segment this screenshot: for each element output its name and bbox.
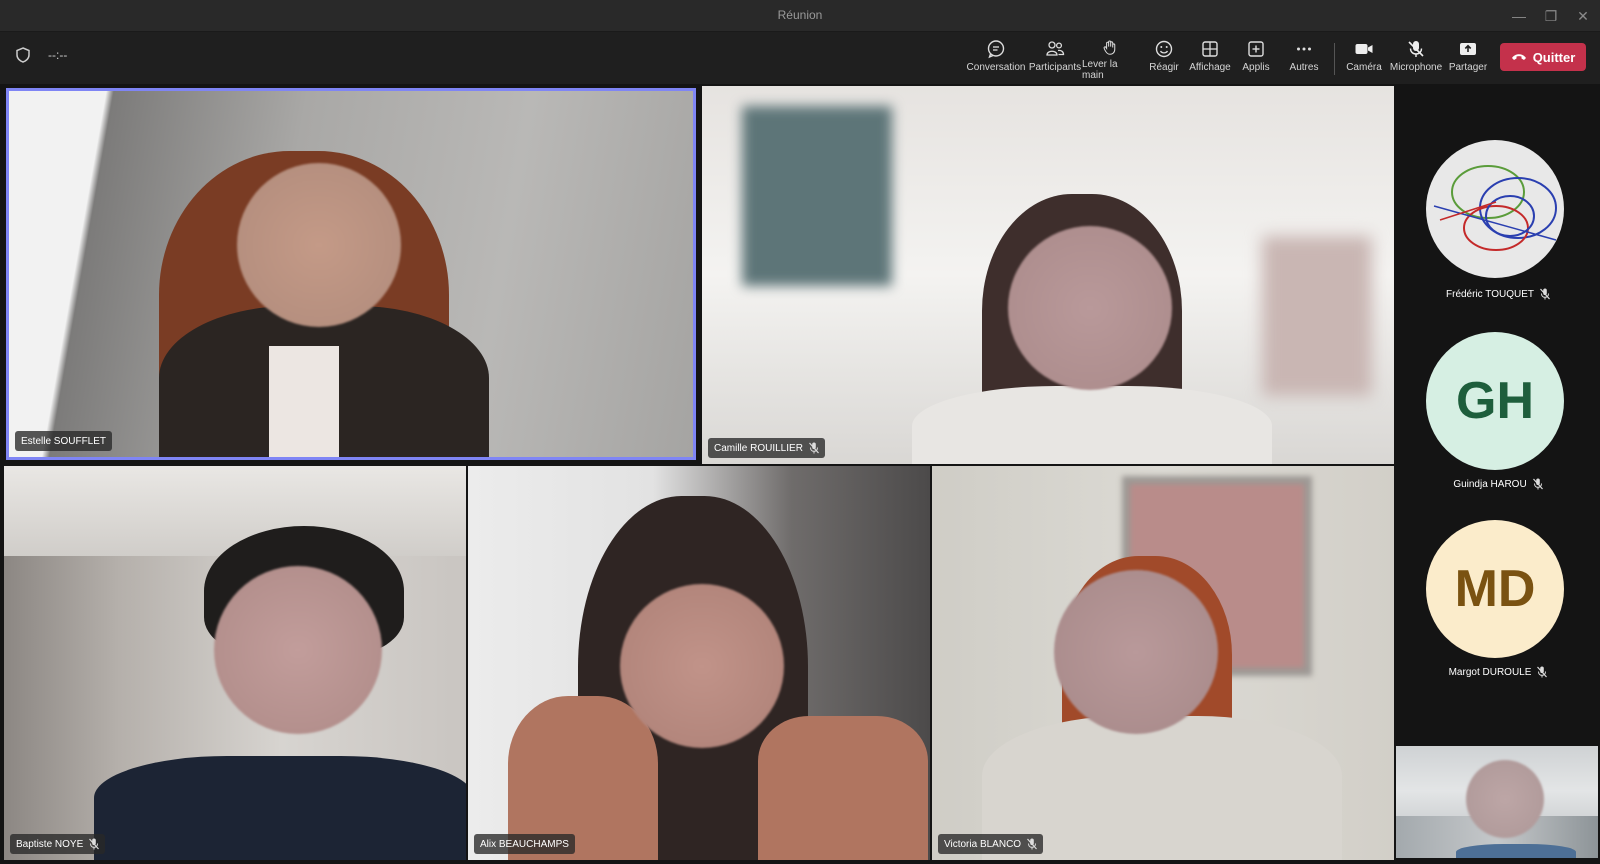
react-button[interactable]: Réagir <box>1142 39 1186 81</box>
avatar: MD <box>1426 520 1564 658</box>
share-icon <box>1460 43 1476 55</box>
jacket-shape <box>758 716 928 860</box>
blurred-face <box>620 584 784 748</box>
shield-icon <box>16 47 30 63</box>
shirt-shape <box>1456 844 1576 858</box>
meeting-timer: --:-- <box>48 48 68 62</box>
video-tile[interactable]: Baptiste NOYE <box>4 466 466 860</box>
avatar <box>1426 140 1564 278</box>
participant-nametag: Victoria BLANCO <box>938 834 1044 854</box>
sweater-shape <box>94 756 466 860</box>
grid-layout-icon <box>1202 41 1218 57</box>
mic-off-icon <box>1408 41 1424 57</box>
window-title: Réunion <box>777 8 823 22</box>
video-tile[interactable]: Alix BEAUCHAMPS <box>468 466 930 860</box>
raise-hand-label: Lever la main <box>1082 59 1118 81</box>
video-tile[interactable]: Victoria BLANCO <box>932 466 1394 860</box>
more-icon <box>1297 47 1311 51</box>
restore-icon[interactable]: ❐ <box>1542 7 1560 25</box>
minimize-icon[interactable]: — <box>1510 7 1528 25</box>
avatar: GH <box>1426 332 1564 470</box>
side-participant[interactable]: Frédéric TOUQUET <box>1396 140 1600 310</box>
scribble-drawing-icon <box>1433 165 1557 251</box>
participants-label: Participants <box>1028 62 1082 73</box>
toolbar-divider <box>1334 43 1335 75</box>
meeting-toolbar: --:-- Conversation Participants Lever la… <box>0 33 1600 83</box>
view-label: Affichage <box>1189 62 1231 73</box>
emoji-icon <box>1155 40 1173 58</box>
apps-label: Applis <box>1242 62 1270 73</box>
mic-off-icon <box>808 442 819 454</box>
meeting-info: --:-- <box>16 47 67 63</box>
side-participant-nametag: Frédéric TOUQUET <box>1396 288 1600 300</box>
shirt-shape <box>269 346 339 457</box>
participant-name: Estelle SOUFFLET <box>21 435 107 447</box>
participant-name: Frédéric TOUQUET <box>1446 288 1534 300</box>
participant-name: Margot DUROULE <box>1448 666 1532 678</box>
video-tile[interactable]: Estelle SOUFFLET <box>6 88 696 460</box>
blurred-face <box>1008 226 1172 390</box>
participant-name: Alix BEAUCHAMPS <box>480 838 569 850</box>
conversation-button[interactable]: Conversation <box>966 39 1026 81</box>
video-stage: Estelle SOUFFLET Camille ROUILLIER Bapti… <box>0 84 1600 864</box>
participant-nametag: Estelle SOUFFLET <box>15 431 113 451</box>
quit-button[interactable]: Quitter <box>1500 43 1586 71</box>
camera-icon <box>1355 44 1373 54</box>
participant-name: Victoria BLANCO <box>944 838 1022 850</box>
blurred-face <box>214 566 382 734</box>
hang-up-icon <box>1511 54 1526 60</box>
raise-hand-button[interactable]: Lever la main <box>1082 39 1138 81</box>
participant-nametag: Baptiste NOYE <box>10 834 106 854</box>
view-button[interactable]: Affichage <box>1186 39 1234 81</box>
participants-button[interactable]: Participants <box>1026 39 1084 81</box>
blurred-face <box>237 163 401 327</box>
share-button[interactable]: Partager <box>1446 39 1490 81</box>
avatar-initials: GH <box>1456 372 1534 430</box>
video-tile[interactable]: Camille ROUILLIER <box>702 86 1394 464</box>
participant-nametag: Alix BEAUCHAMPS <box>474 834 575 854</box>
background-shape <box>1262 236 1372 396</box>
microphone-label: Microphone <box>1389 62 1443 73</box>
quit-label: Quitter <box>1532 49 1576 65</box>
react-label: Réagir <box>1149 62 1179 73</box>
chat-icon <box>987 40 1005 59</box>
raise-hand-icon <box>1103 40 1116 55</box>
blurred-face <box>1054 570 1218 734</box>
participant-nametag: Camille ROUILLIER <box>708 438 825 458</box>
side-participant-nametag: Margot DUROULE <box>1396 666 1600 678</box>
share-label: Partager <box>1448 62 1488 73</box>
participant-name: Guindja HAROU <box>1453 478 1527 490</box>
more-label: Autres <box>1289 62 1319 73</box>
side-participant-nametag: Guindja HAROU <box>1396 478 1600 490</box>
mic-off-icon <box>89 838 100 850</box>
title-bar: Réunion — ❐ ✕ <box>0 0 1600 32</box>
mic-off-icon <box>1532 478 1543 490</box>
add-app-icon <box>1248 41 1264 57</box>
conversation-label: Conversation <box>966 62 1026 73</box>
more-button[interactable]: Autres <box>1282 39 1326 81</box>
camera-button[interactable]: Caméra <box>1342 39 1386 81</box>
apps-button[interactable]: Applis <box>1234 39 1278 81</box>
side-participant[interactable]: GH Guindja HAROU <box>1396 332 1600 502</box>
mic-off-icon <box>1540 288 1550 300</box>
mic-off-icon <box>1537 666 1548 678</box>
blurred-face <box>1466 760 1544 838</box>
shirt-shape <box>912 386 1272 464</box>
self-view-tile[interactable] <box>1396 746 1598 858</box>
poster-shape <box>742 106 892 286</box>
side-participant[interactable]: MD Margot DUROULE <box>1396 520 1600 690</box>
participant-name: Camille ROUILLIER <box>714 442 803 454</box>
people-icon <box>1046 41 1065 56</box>
close-icon[interactable]: ✕ <box>1574 7 1592 25</box>
avatar-initials: MD <box>1454 560 1536 618</box>
mic-off-icon <box>1027 838 1038 850</box>
camera-label: Caméra <box>1346 62 1382 73</box>
microphone-button[interactable]: Microphone <box>1390 39 1442 81</box>
participant-name: Baptiste NOYE <box>16 838 84 850</box>
